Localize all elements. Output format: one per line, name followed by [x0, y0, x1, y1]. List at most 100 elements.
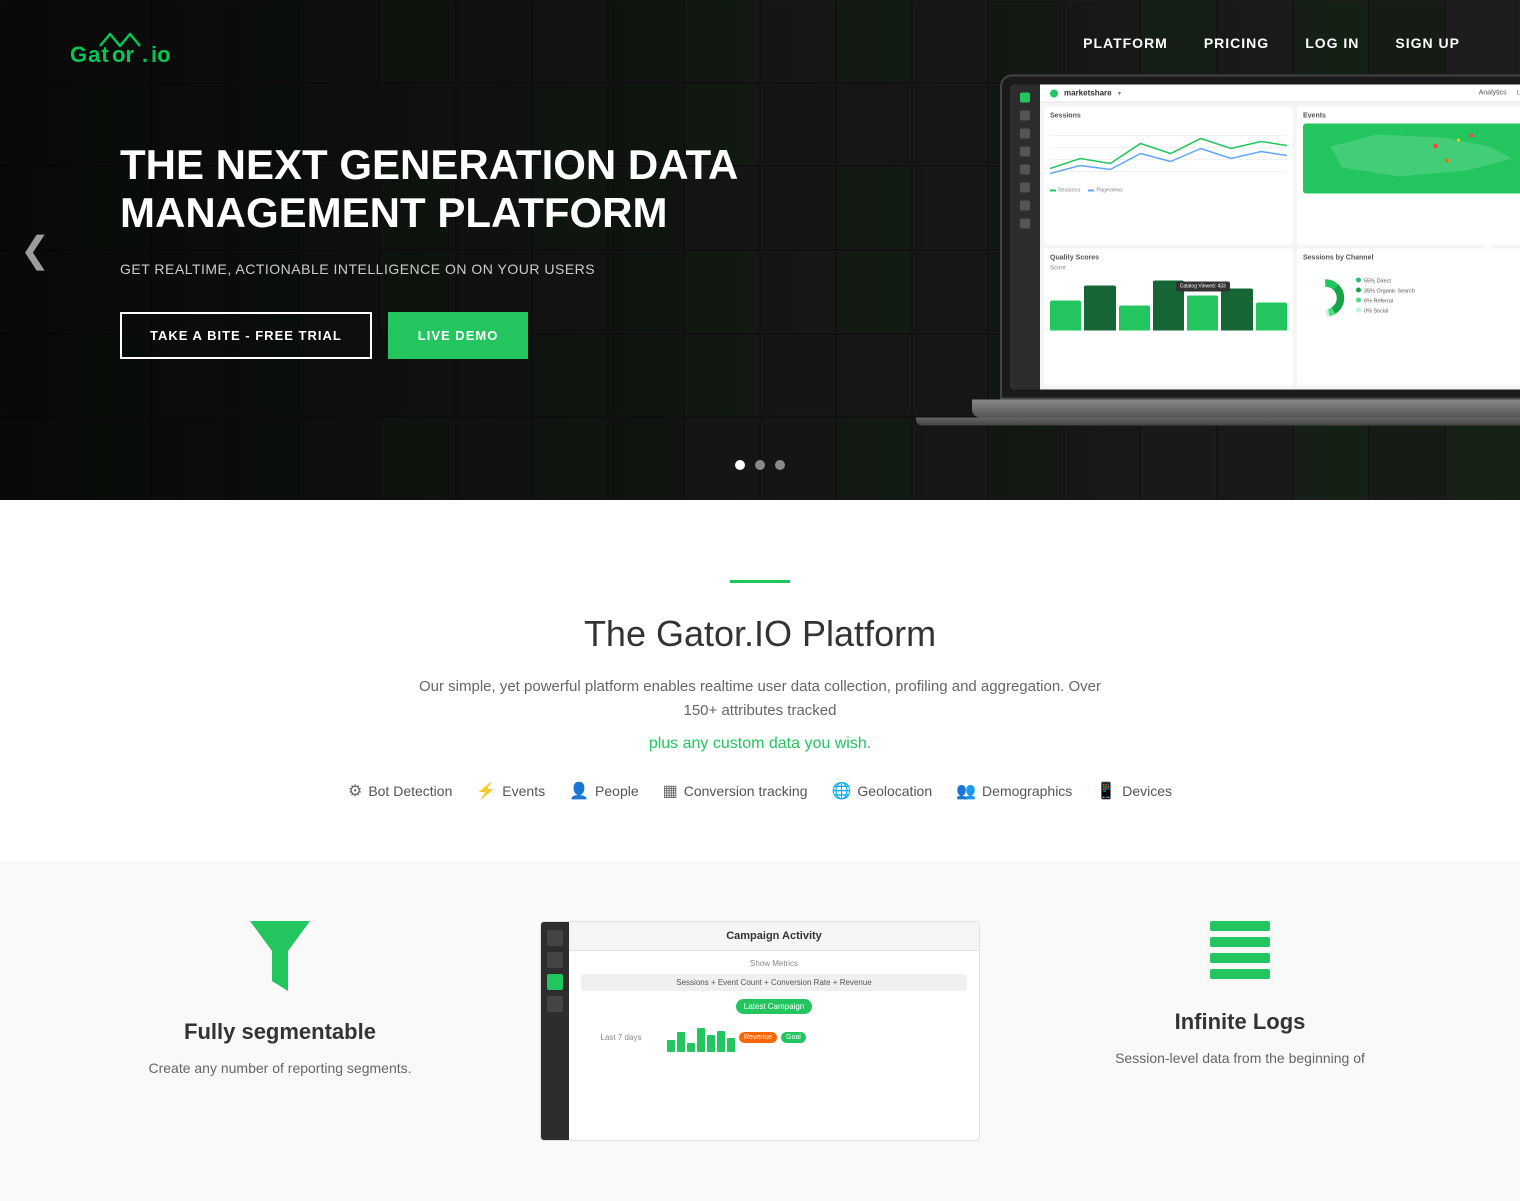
feature-conversion: ▦ Conversion tracking — [663, 781, 808, 801]
laptop-base — [972, 400, 1520, 418]
laptop-stand — [916, 418, 1520, 426]
campaign-bars: Last 7 days — [581, 1022, 967, 1052]
svg-text:.: . — [142, 42, 148, 67]
carousel-prev-button[interactable]: ❮ — [20, 229, 50, 271]
segmentable-desc: Create any number of reporting segments. — [60, 1057, 500, 1079]
conversion-icon: ▦ — [663, 781, 678, 801]
campaign-bar-row-1: Last 7 days — [581, 1022, 967, 1052]
feature-geolocation: 🌐 Geolocation — [831, 781, 932, 801]
logout-link[interactable]: Log out — [1517, 90, 1520, 97]
donut-legend: 55% Direct 35% Organic Search 6% Referra… — [1356, 278, 1415, 318]
campaign-body: Show Metrics Sessions + Event Count + Co… — [569, 951, 979, 1064]
campaign-header: Campaign Activity — [569, 922, 979, 951]
svg-text:Gat: Gat — [70, 42, 110, 67]
dashboard-logo — [1050, 89, 1058, 97]
hero-title: THE NEXT GENERATION DATA MANAGEMENT PLAT… — [120, 141, 760, 238]
nav-login[interactable]: LOG IN — [1305, 35, 1359, 51]
platform-highlight-link[interactable]: plus any custom data you wish. — [649, 735, 871, 752]
bot-detection-icon: ⚙ — [348, 781, 362, 801]
campaign-content: Campaign Activity Show Metrics Sessions … — [569, 922, 979, 1064]
carousel-next-button[interactable]: ❯ — [1470, 229, 1500, 271]
nav-signup[interactable]: SIGN UP — [1395, 35, 1460, 51]
campaign-mockup: Campaign Activity Show Metrics Sessions … — [540, 921, 980, 1141]
bar-3 — [1119, 305, 1150, 330]
sidebar-icon-5 — [1020, 183, 1030, 193]
sidebar-icon-1 — [1020, 111, 1030, 121]
feature-geolocation-label: Geolocation — [857, 783, 932, 799]
campaign-bar-label-1: Last 7 days — [581, 1033, 661, 1042]
campaign-bar-group: Revenue Goal — [667, 1022, 967, 1052]
feature-events-label: Events — [502, 783, 545, 799]
feature-conversion-label: Conversion tracking — [684, 783, 808, 799]
widget-events: Events — [1297, 107, 1520, 245]
carousel-dot-3[interactable] — [775, 460, 785, 470]
segmentable-title: Fully segmentable — [60, 1019, 500, 1045]
dashboard-header-right: Analytics Log out — [1479, 90, 1520, 97]
geolocation-icon: 🌐 — [831, 781, 851, 801]
nav-links: PLATFORM PRICING LOG IN SIGN UP — [1083, 35, 1460, 51]
campaign-badge-goal: Goal — [781, 1032, 806, 1043]
sidebar-icon-3 — [1020, 147, 1030, 157]
feature-tags: ⚙ Bot Detection ⚡ Events 👤 People ▦ Conv… — [60, 781, 1460, 801]
dashboard-header-left: marketshare ▾ — [1050, 89, 1121, 98]
campaign-sidebar-icon-3 — [547, 974, 563, 990]
legend-item-4: 0% Social — [1356, 307, 1415, 317]
analytics-label: Analytics — [1479, 90, 1507, 97]
campaign-label: Latest Campaign — [736, 999, 812, 1014]
feature-events: ⚡ Events — [476, 781, 545, 801]
mini-bar-5 — [707, 1035, 715, 1052]
feature-card-logs: Infinite Logs Session-level data from th… — [1020, 921, 1460, 1141]
mini-bar-6 — [717, 1031, 725, 1052]
campaign-show-metrics: Show Metrics — [581, 959, 967, 968]
carousel-dot-2[interactable] — [755, 460, 765, 470]
bar-7 — [1256, 302, 1287, 330]
mini-bar-1 — [667, 1040, 675, 1052]
hero-buttons: TAKE A BITE - FREE TRIAL LIVE DEMO — [120, 312, 760, 359]
section-divider — [730, 580, 790, 583]
feature-bot-detection-label: Bot Detection — [368, 783, 452, 799]
bar-5: Catalog Viewed: 433 — [1187, 295, 1218, 330]
dashboard-header: marketshare ▾ Analytics Log out — [1040, 85, 1520, 103]
mini-bar-4 — [697, 1028, 705, 1052]
carousel-dots — [735, 460, 785, 470]
logo[interactable]: Gat or . io — [60, 18, 220, 68]
donut-chart — [1303, 275, 1348, 320]
widget-sessions-title: Sessions — [1050, 113, 1287, 120]
laptop-screen: marketshare ▾ Analytics Log out Ses — [1010, 85, 1520, 390]
logs-title: Infinite Logs — [1020, 1009, 1460, 1035]
feature-devices: 📱 Devices — [1096, 781, 1172, 801]
sidebar-icon-7 — [1020, 219, 1030, 229]
carousel-dot-1[interactable] — [735, 460, 745, 470]
feature-people: 👤 People — [569, 781, 639, 801]
events-map — [1303, 124, 1520, 194]
widget-quality: Quality Scores Score Catalog Viewed: 433 — [1044, 248, 1293, 386]
platform-description: Our simple, yet powerful platform enable… — [410, 675, 1110, 723]
svg-text:or: or — [112, 42, 134, 67]
sessions-legend: Sessions Pageviews — [1050, 188, 1287, 194]
demographics-icon: 👥 — [956, 781, 976, 801]
nav-pricing[interactable]: PRICING — [1204, 35, 1269, 51]
dashboard-sidebar — [1010, 85, 1040, 390]
legend-item-1: 55% Direct — [1356, 278, 1415, 288]
live-demo-button[interactable]: LIVE DEMO — [388, 312, 529, 359]
laptop-mockup: marketshare ▾ Analytics Log out Ses — [1000, 75, 1520, 426]
campaign-sidebar-icon-4 — [547, 996, 563, 1012]
bar-2 — [1084, 285, 1115, 330]
nav-platform[interactable]: PLATFORM — [1083, 35, 1168, 51]
campaign-sidebar — [541, 922, 569, 1140]
quality-bars: Catalog Viewed: 433 — [1050, 275, 1287, 330]
legend-item-2: 35% Organic Search — [1356, 288, 1415, 298]
bar-1 — [1050, 300, 1081, 330]
campaign-badge-revenue: Revenue — [739, 1032, 777, 1043]
sidebar-icon-6 — [1020, 201, 1030, 211]
mini-bar-2 — [677, 1032, 685, 1052]
hero-subtitle: GET REALTIME, ACTIONABLE INTELLIGENCE ON… — [120, 258, 760, 280]
feature-bot-detection: ⚙ Bot Detection — [348, 781, 452, 801]
sessions-chart — [1050, 124, 1287, 184]
bar-6 — [1221, 288, 1252, 330]
free-trial-button[interactable]: TAKE A BITE - FREE TRIAL — [120, 312, 372, 359]
donut-container: 55% Direct 35% Organic Search 6% Referra… — [1303, 265, 1520, 330]
laptop-frame: marketshare ▾ Analytics Log out Ses — [1000, 75, 1520, 400]
feature-devices-label: Devices — [1122, 783, 1172, 799]
feature-card-campaign: Campaign Activity Show Metrics Sessions … — [540, 921, 980, 1141]
